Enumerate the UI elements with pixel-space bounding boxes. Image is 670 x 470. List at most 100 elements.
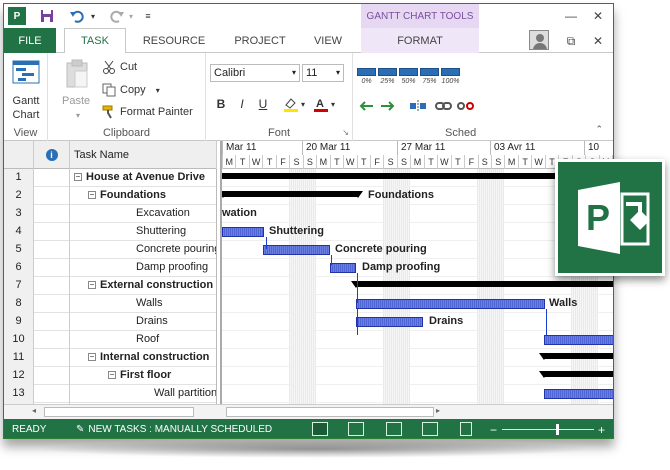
move-task-left-icon[interactable] [357, 97, 375, 115]
collapse-toggle-icon[interactable]: − [88, 191, 96, 200]
font-name-select[interactable]: Calibri ▾ [210, 64, 300, 82]
task-bar-wall-partitions[interactable] [544, 389, 613, 399]
redo-icon[interactable] [108, 7, 126, 25]
copy-dropdown-icon[interactable]: ▾ [156, 86, 160, 95]
select-all-corner[interactable] [4, 141, 34, 169]
format-painter-button[interactable]: Format Painter [102, 105, 193, 119]
task-bar-walls[interactable] [356, 299, 545, 309]
team-planner-view-icon[interactable] [386, 422, 402, 436]
table-row[interactable]: 8 Walls [4, 295, 217, 313]
row-id[interactable]: 8 [4, 295, 34, 313]
row-id[interactable]: 13 [4, 385, 34, 403]
cut-button[interactable]: Cut [102, 60, 137, 74]
paste-icon[interactable] [64, 59, 94, 89]
user-avatar[interactable] [529, 30, 549, 50]
bold-button[interactable]: B [212, 95, 230, 113]
font-size-select[interactable]: 11 ▾ [302, 64, 344, 82]
tab-project[interactable]: PROJECT [226, 28, 294, 53]
font-size-dropdown-icon[interactable]: ▾ [336, 65, 340, 81]
zoom-slider[interactable] [502, 429, 594, 430]
task-name-cell[interactable]: Excavation [70, 205, 217, 223]
highlight-color-icon[interactable] [282, 95, 300, 113]
collapse-ribbon-icon[interactable]: ⌃ [595, 124, 603, 135]
task-name-cell[interactable]: − Internal construction [70, 349, 217, 367]
underline-button[interactable]: U [254, 95, 272, 113]
task-usage-view-icon[interactable] [348, 422, 364, 436]
task-bar-shuttering[interactable] [222, 227, 264, 237]
customize-toolbar-icon[interactable]: ≡ [142, 7, 154, 25]
redo-dropdown-icon[interactable]: ▾ [126, 7, 136, 25]
restore-ribbon-icon[interactable]: ⧉ [562, 32, 580, 50]
close-icon[interactable]: ✕ [589, 7, 607, 25]
row-id[interactable]: 4 [4, 223, 34, 241]
summary-bar-external[interactable] [351, 281, 613, 288]
percent-75-button[interactable]: 75% [420, 68, 439, 90]
collapse-toggle-icon[interactable]: − [88, 281, 96, 290]
table-scroll-thumb[interactable] [44, 407, 194, 417]
summary-bar-internal[interactable] [539, 353, 613, 360]
task-name-cell[interactable]: − External construction [70, 277, 217, 295]
report-view-icon[interactable] [460, 422, 472, 436]
percent-100-button[interactable]: 100% [441, 68, 460, 90]
font-dialog-launcher-icon[interactable]: ↘ [342, 128, 349, 137]
task-name-cell[interactable]: Roof [70, 331, 217, 349]
move-task-right-icon[interactable] [379, 97, 397, 115]
table-row[interactable]: 1 − House at Avenue Drive [4, 169, 217, 187]
task-name-cell[interactable]: Drains [70, 313, 217, 331]
paste-dropdown-icon[interactable]: ▾ [76, 111, 80, 120]
horizontal-scrollbar[interactable]: ◂ ▸ [4, 404, 613, 419]
task-bar-roof[interactable] [544, 335, 613, 345]
table-row[interactable]: 2 − Foundations [4, 187, 217, 205]
indicators-header[interactable]: i [34, 141, 70, 169]
row-id[interactable]: 6 [4, 259, 34, 277]
font-color-icon[interactable]: A [312, 95, 330, 113]
font-name-dropdown-icon[interactable]: ▾ [292, 65, 296, 81]
task-name-cell[interactable]: − House at Avenue Drive [70, 169, 217, 187]
row-id[interactable]: 7 [4, 277, 34, 295]
table-row[interactable]: 13 Wall partitions [4, 385, 217, 403]
undo-dropdown-icon[interactable]: ▾ [88, 7, 98, 25]
chart-scroll-thumb[interactable] [226, 407, 434, 417]
minimize-icon[interactable]: — [562, 7, 580, 25]
percent-50-button[interactable]: 50% [399, 68, 418, 90]
task-name-cell[interactable]: Walls [70, 295, 217, 313]
task-name-cell[interactable]: Concrete pouring [70, 241, 217, 259]
percent-25-button[interactable]: 25% [378, 68, 397, 90]
zoom-out-icon[interactable]: − [490, 419, 497, 438]
tab-format[interactable]: FORMAT [361, 28, 479, 53]
table-row[interactable]: 5 Concrete pouring [4, 241, 217, 259]
task-name-header[interactable]: Task Name [70, 141, 217, 169]
tab-task[interactable]: TASK [64, 28, 126, 54]
resource-sheet-view-icon[interactable] [422, 422, 438, 436]
row-id[interactable]: 10 [4, 331, 34, 349]
row-id[interactable]: 12 [4, 367, 34, 385]
link-tasks-icon[interactable] [435, 97, 453, 115]
task-name-cell[interactable]: − First floor [70, 367, 217, 385]
row-id[interactable]: 3 [4, 205, 34, 223]
table-row[interactable]: 11 − Internal construction [4, 349, 217, 367]
task-name-cell[interactable]: Shuttering [70, 223, 217, 241]
gantt-chart-button-line1[interactable]: Gantt [7, 95, 45, 107]
summary-bar-foundations[interactable] [222, 191, 363, 198]
row-id[interactable]: 11 [4, 349, 34, 367]
gantt-chart-button-line2[interactable]: Chart [7, 109, 45, 121]
table-row[interactable]: 7 − External construction [4, 277, 217, 295]
scroll-left-icon[interactable]: ◂ [32, 406, 42, 418]
zoom-slider-thumb[interactable] [556, 424, 559, 435]
tab-file[interactable]: FILE [4, 28, 56, 53]
task-bar-concrete[interactable] [263, 245, 330, 255]
save-icon[interactable] [38, 7, 56, 25]
table-row[interactable]: 6 Damp proofing [4, 259, 217, 277]
highlight-dropdown-icon[interactable]: ▾ [299, 95, 307, 113]
collapse-toggle-icon[interactable]: − [74, 173, 82, 182]
gantt-view-icon[interactable] [312, 422, 328, 436]
new-tasks-status[interactable]: ✎ NEW TASKS : MANUALLY SCHEDULED [76, 419, 272, 438]
gantt-chart-icon[interactable] [12, 59, 40, 85]
task-name-cell[interactable]: − Foundations [70, 187, 217, 205]
tab-view[interactable]: VIEW [306, 28, 350, 53]
italic-button[interactable]: I [233, 95, 251, 113]
task-bar-damp[interactable] [330, 263, 356, 273]
table-row[interactable]: 9 Drains [4, 313, 217, 331]
task-bar-drains[interactable] [356, 317, 423, 327]
paste-button[interactable]: Paste [62, 95, 90, 107]
